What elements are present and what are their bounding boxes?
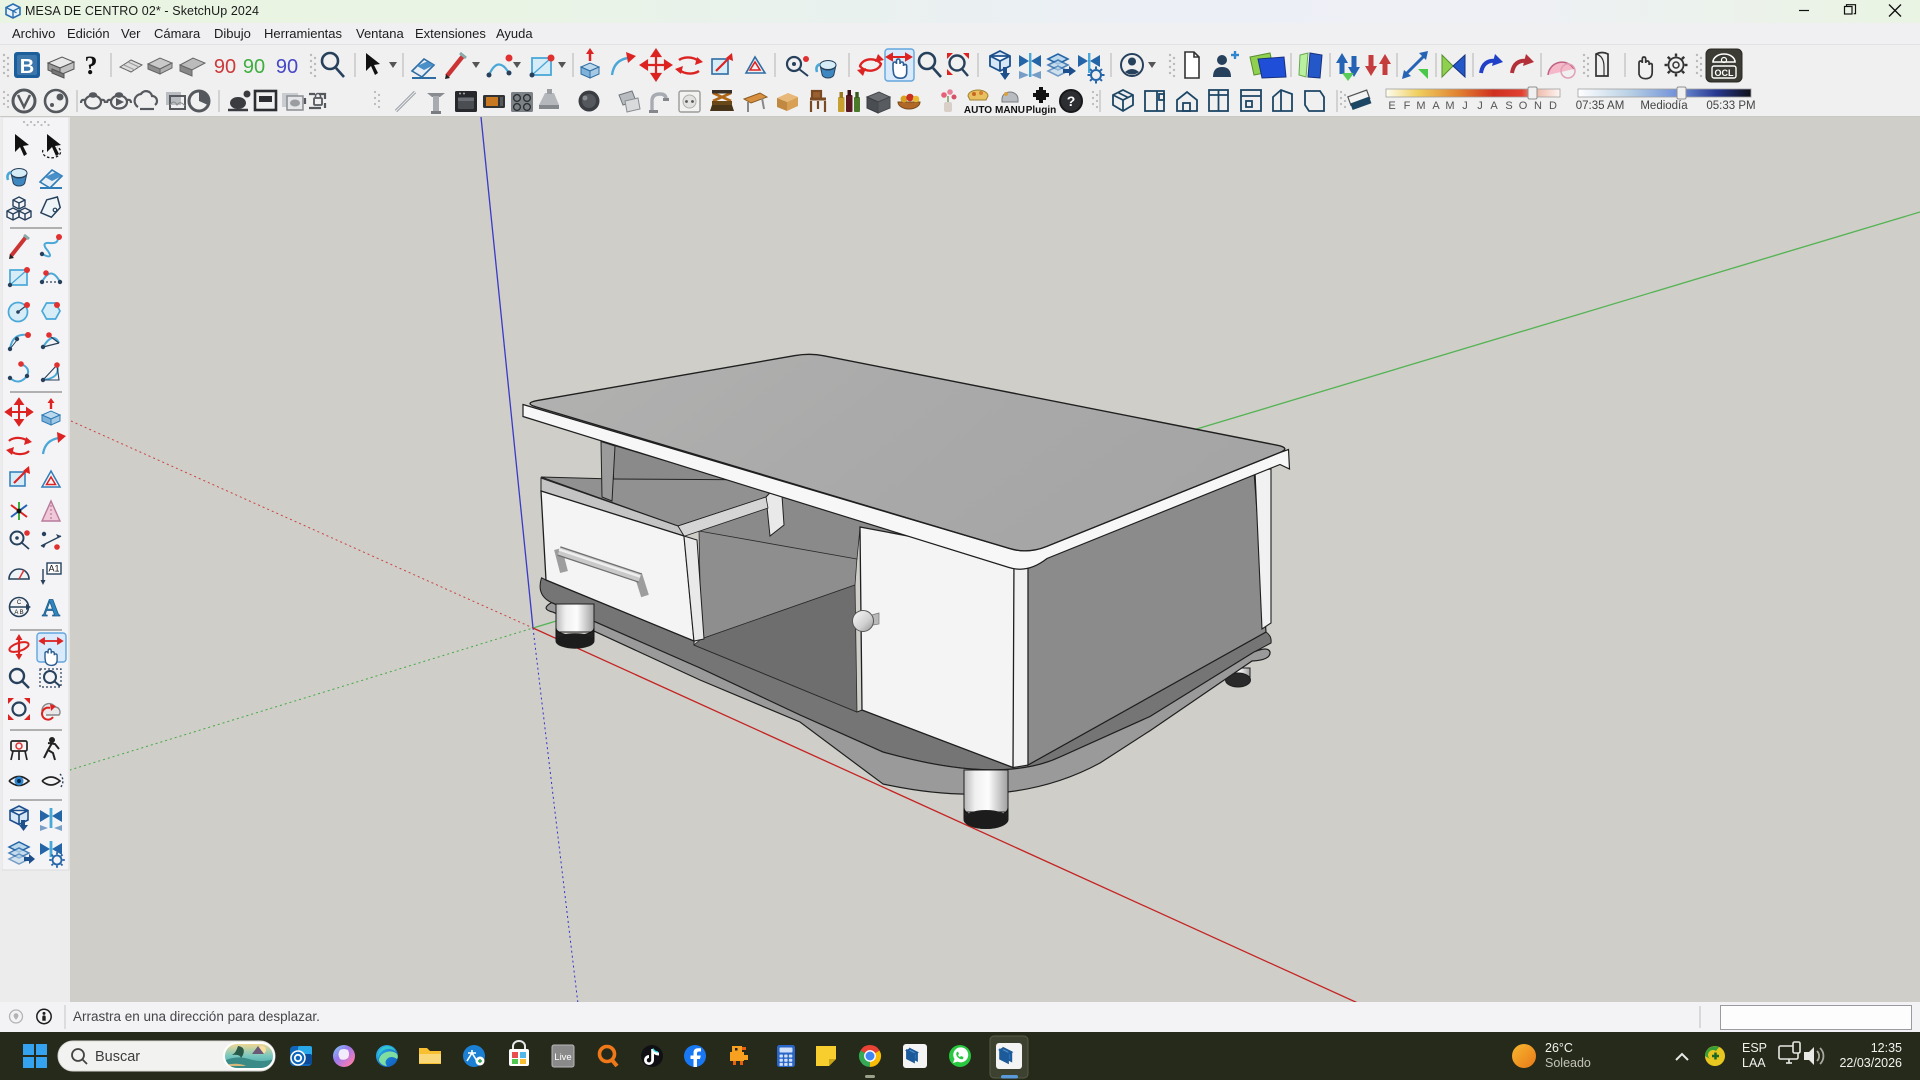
svg-text:07:35 AM: 07:35 AM [1576,100,1625,112]
svg-text:M: M [1445,100,1454,112]
svg-text:A: A [42,595,60,622]
svg-text:N: N [1534,100,1542,112]
svg-text:Soleado: Soleado [1545,1056,1591,1070]
svg-text:05:33 PM: 05:33 PM [1706,100,1755,112]
svg-text:A: A [1490,100,1498,112]
svg-text:Plugin: Plugin [1026,105,1057,116]
svg-text:F: F [1404,100,1411,112]
svg-text:90: 90 [214,56,236,78]
svg-text:?: ? [85,51,98,80]
svg-text:OCL: OCL [1715,68,1735,78]
svg-text:?: ? [1067,93,1076,109]
svg-text:J: J [1462,100,1468,112]
svg-text:AUTO: AUTO [964,105,992,116]
svg-text:Buscar: Buscar [95,1049,140,1065]
svg-text:J: J [1477,100,1483,112]
svg-text:S: S [1505,100,1512,112]
svg-text:A1: A1 [48,564,59,574]
svg-text:Live: Live [554,1052,571,1063]
svg-text:90: 90 [243,56,265,78]
svg-text:90: 90 [276,56,298,78]
svg-text:MANU: MANU [995,105,1025,116]
svg-text:C: C [17,600,22,606]
svg-text:B: B [20,56,34,78]
svg-text:M: M [1416,100,1425,112]
svg-text:12:35: 12:35 [1871,1041,1902,1055]
svg-text:LAA: LAA [1742,1056,1766,1070]
svg-text:A B: A B [14,610,23,616]
svg-text:D: D [1549,100,1557,112]
svg-text:ESP: ESP [1742,1041,1767,1055]
svg-text:E: E [1388,100,1395,112]
svg-text:A: A [1432,100,1440,112]
svg-text:Mediodía: Mediodía [1640,100,1688,112]
svg-text:22/03/2026: 22/03/2026 [1839,1056,1902,1070]
svg-text:26°C: 26°C [1545,1041,1573,1055]
svg-text:O: O [1519,100,1528,112]
